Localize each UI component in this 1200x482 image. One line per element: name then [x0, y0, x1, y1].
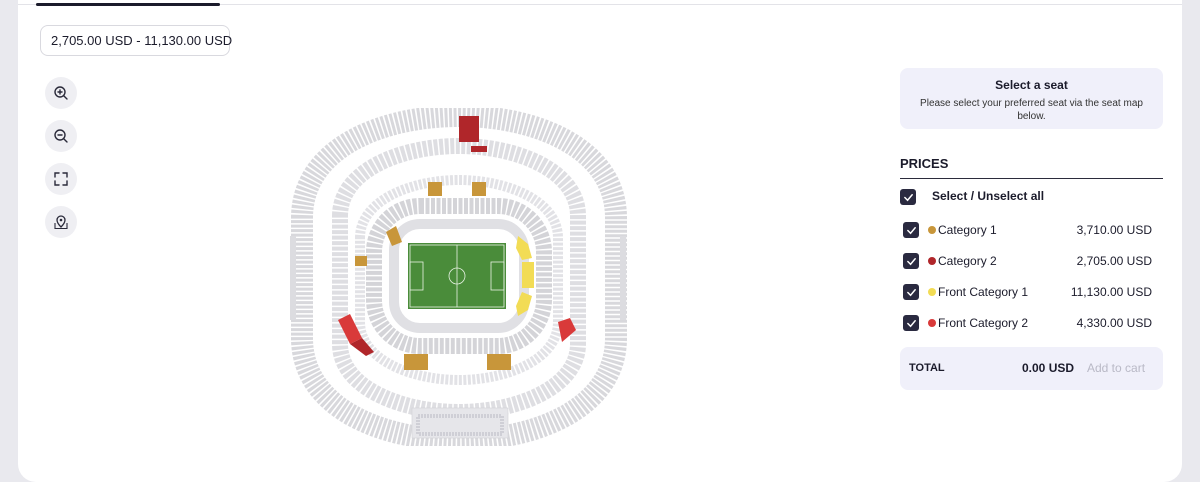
price-range-dropdown[interactable]: 2,705.00 USD - 11,130.00 USD [40, 25, 233, 56]
total-value: 0.00 USD [1022, 361, 1075, 375]
category-label: Category 2 [938, 254, 997, 268]
select-seat-info: Select a seat Please select your preferr… [900, 68, 1163, 129]
section-category-1[interactable] [487, 354, 511, 370]
checkmark-icon [906, 319, 916, 327]
category-label: Front Category 2 [938, 316, 1029, 330]
category-color-dot [928, 319, 936, 327]
category-label: Category 1 [938, 223, 997, 237]
zoom-out-button[interactable] [45, 120, 77, 152]
info-title: Select a seat [995, 78, 1068, 92]
zoom-out-icon [54, 129, 68, 143]
price-category-row[interactable]: Front Category 1 11,130.00 USD [900, 283, 1163, 301]
prices-heading: PRICES [900, 156, 949, 171]
stadium-seat-map[interactable] [262, 108, 656, 446]
category-price: 4,330.00 USD [1076, 316, 1152, 330]
map-pin-icon [54, 215, 68, 230]
checkmark-icon [906, 257, 916, 265]
zoom-in-button[interactable] [45, 77, 77, 109]
category-checkbox[interactable] [903, 253, 919, 269]
total-panel: TOTAL 0.00 USD Add to cart [900, 347, 1163, 390]
category-checkbox[interactable] [903, 222, 919, 238]
section-front-category-1[interactable] [522, 262, 534, 288]
category-checkbox[interactable] [903, 315, 919, 331]
category-color-dot [928, 288, 936, 296]
section-category-1[interactable] [472, 182, 486, 196]
price-category-row[interactable]: Category 2 2,705.00 USD [900, 252, 1163, 270]
fullscreen-button[interactable] [45, 163, 77, 195]
prices-divider [900, 178, 1163, 179]
category-price: 11,130.00 USD [1070, 285, 1152, 299]
checkmark-icon [903, 193, 913, 201]
category-color-dot [928, 226, 936, 234]
fullscreen-icon [54, 172, 68, 186]
category-color-dot [928, 257, 936, 265]
section-category-1[interactable] [428, 182, 442, 196]
select-all-label[interactable]: Select / Unselect all [932, 189, 1044, 203]
section-category-2[interactable] [471, 146, 487, 152]
category-checkbox[interactable] [903, 284, 919, 300]
section-category-2[interactable] [459, 116, 479, 142]
section-category-1[interactable] [355, 256, 367, 266]
price-category-row[interactable]: Category 1 3,710.00 USD [900, 221, 1163, 239]
zoom-in-icon [54, 86, 68, 100]
info-text: Please select your preferred seat via th… [920, 98, 1143, 122]
map-pin-button[interactable] [45, 206, 77, 238]
add-to-cart-button[interactable]: Add to cart [1087, 361, 1145, 375]
category-label: Front Category 1 [938, 285, 1029, 299]
section-front-category-1[interactable] [516, 292, 532, 316]
price-range-value: 2,705.00 USD - 11,130.00 USD [51, 33, 233, 48]
checkmark-icon [906, 226, 916, 234]
checkmark-icon [906, 288, 916, 296]
category-price: 2,705.00 USD [1076, 254, 1152, 268]
category-price: 3,710.00 USD [1076, 223, 1152, 237]
select-all-checkbox[interactable] [900, 189, 916, 205]
section-category-1[interactable] [404, 354, 428, 370]
price-category-row[interactable]: Front Category 2 4,330.00 USD [900, 314, 1163, 332]
active-tab-indicator [36, 3, 220, 6]
total-label: TOTAL [909, 362, 945, 374]
